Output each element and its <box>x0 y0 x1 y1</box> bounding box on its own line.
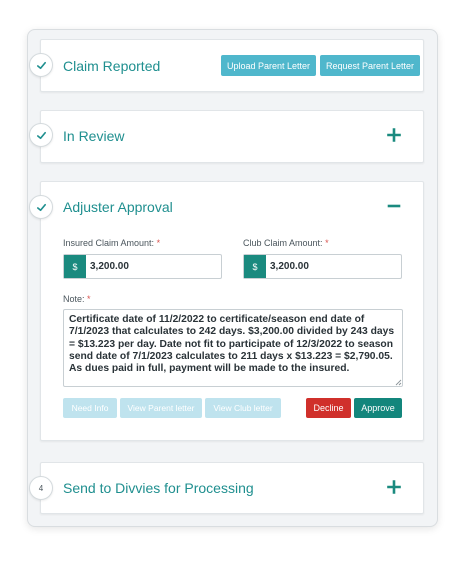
insured-claim-amount-value[interactable]: 3,200.00 <box>86 255 129 278</box>
step-number-badge: 4 <box>29 476 53 500</box>
expand-toggle[interactable] <box>386 127 402 143</box>
insured-claim-amount-input[interactable]: $ 3,200.00 <box>63 254 222 279</box>
plus-icon <box>387 128 401 142</box>
request-parent-letter-button[interactable]: Request Parent Letter <box>320 55 420 76</box>
step-title-send-to-divvies[interactable]: Send to Divvies for Processing <box>63 480 254 496</box>
decline-button[interactable]: Decline <box>306 398 351 418</box>
dollar-addon: $ <box>244 255 266 278</box>
insured-claim-amount-label: Insured Claim Amount: * <box>63 238 161 248</box>
required-mark: * <box>325 238 329 248</box>
upload-parent-letter-button[interactable]: Upload Parent Letter <box>221 55 316 76</box>
approve-button[interactable]: Approve <box>354 398 402 418</box>
need-info-button[interactable]: Need Info <box>63 398 117 418</box>
resize-handle-icon[interactable] <box>394 378 402 386</box>
step-title-adjuster-approval[interactable]: Adjuster Approval <box>63 199 173 215</box>
dollar-addon: $ <box>64 255 86 278</box>
collapse-toggle[interactable] <box>386 198 402 214</box>
step-title-claim-reported[interactable]: Claim Reported <box>63 58 160 74</box>
check-icon <box>36 203 46 211</box>
plus-icon <box>387 480 401 494</box>
expand-toggle[interactable] <box>386 479 402 495</box>
view-parent-letter-button[interactable]: View Parent letter <box>120 398 202 418</box>
required-mark: * <box>156 238 161 248</box>
step-complete-badge <box>29 123 53 147</box>
note-textarea[interactable]: Certificate date of 11/2/2022 to certifi… <box>63 309 403 387</box>
note-label: Note: * <box>63 294 91 304</box>
step-complete-badge <box>29 195 53 219</box>
club-claim-amount-label: Club Claim Amount: * <box>243 238 329 248</box>
minus-icon <box>387 204 401 208</box>
club-claim-amount-input[interactable]: $ 3,200.00 <box>243 254 402 279</box>
check-icon <box>36 61 46 69</box>
check-icon <box>36 131 46 139</box>
step-title-in-review[interactable]: In Review <box>63 128 124 144</box>
club-claim-amount-value[interactable]: 3,200.00 <box>266 255 309 278</box>
step-complete-badge <box>29 53 53 77</box>
required-mark: * <box>87 294 91 304</box>
view-club-letter-button[interactable]: View Club letter <box>205 398 281 418</box>
